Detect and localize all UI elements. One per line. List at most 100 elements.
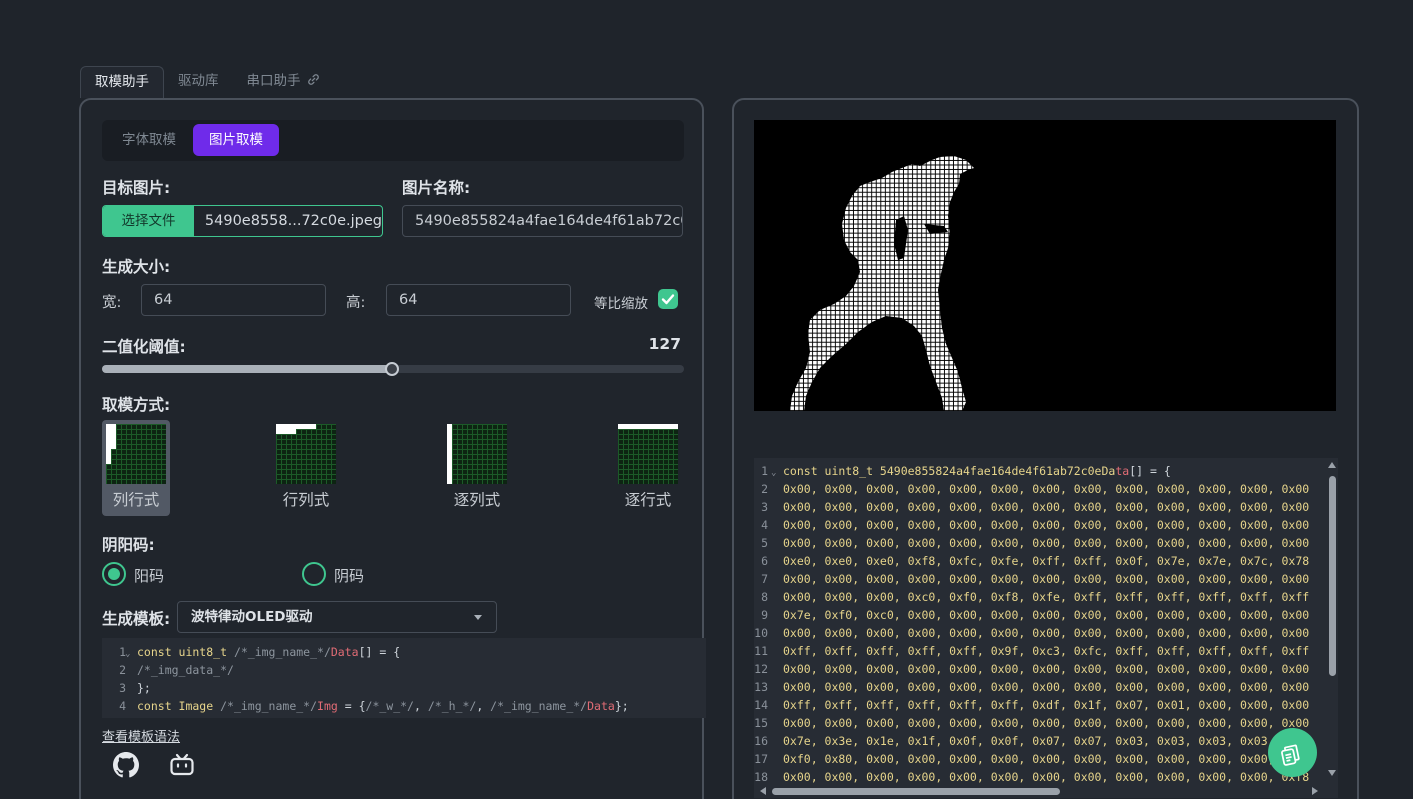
- scroll-up-icon[interactable]: [1328, 462, 1336, 468]
- keep-ratio-checkbox[interactable]: [658, 289, 678, 309]
- bilibili-link[interactable]: [169, 752, 195, 778]
- width-input[interactable]: 64: [141, 284, 326, 316]
- line-number: 6: [761, 554, 768, 568]
- silhouette-preview-image: [790, 156, 974, 411]
- chevron-down-icon: [474, 615, 482, 620]
- template-code-line: 4 const Image /*_img_name_*/Img = {/*_w_*…: [102, 697, 706, 715]
- vertical-scrollbar[interactable]: [1326, 458, 1338, 798]
- line-number: 4: [119, 699, 126, 713]
- scan-mode-label: 取模方式:: [102, 396, 171, 414]
- checkmark-icon: [661, 294, 675, 305]
- keep-ratio-label: 等比缩放: [594, 296, 648, 312]
- line-number: 5: [761, 536, 768, 550]
- line-number: 11: [754, 644, 768, 658]
- output-code-lines: 1 ⌄ const uint8_t 5490e855824a4fae164de4f6…: [754, 462, 1338, 786]
- output-code-line: 7 0x00, 0x00, 0x00, 0x00, 0x00, 0x00, 0x0…: [754, 570, 1338, 588]
- output-code-line: 3 0x00, 0x00, 0x00, 0x00, 0x00, 0x00, 0x0…: [754, 498, 1338, 516]
- line-number: 2: [761, 482, 768, 496]
- by-column-preview-icon: [447, 424, 507, 484]
- row-column-preview-icon: [276, 424, 336, 484]
- by-row-preview-icon: [618, 424, 678, 484]
- height-input[interactable]: 64: [386, 284, 571, 316]
- tab-serial-assistant[interactable]: 串口助手: [233, 66, 334, 98]
- scan-mode-column-row[interactable]: 列行式: [102, 420, 170, 516]
- line-number: 14: [754, 698, 768, 712]
- scan-mode-row-column[interactable]: 行列式: [272, 420, 340, 516]
- line-number: 16: [754, 734, 768, 748]
- choose-file-button[interactable]: 选择文件: [103, 206, 194, 236]
- output-code-line: 10 0x00, 0x00, 0x00, 0x00, 0x00, 0x00, 0x…: [754, 626, 1310, 640]
- size-label: 生成大小:: [102, 258, 171, 276]
- selected-file-name: 5490e8558...72c0e.jpeg: [204, 213, 382, 229]
- scan-mode-label-2: 逐列式: [453, 491, 501, 509]
- line-number: 7: [761, 572, 768, 586]
- threshold-slider-handle[interactable]: [384, 362, 399, 376]
- bilibili-icon: [170, 753, 194, 776]
- settings-panel: 字体取模 图片取模 目标图片: 选择文件 5490e8558...72c0e.j…: [79, 98, 706, 799]
- template-code-line: 1⌄ const uint8_t /*_img_name_*/Data[] = {: [102, 643, 706, 661]
- line-number: 10: [754, 626, 768, 640]
- image-name-label: 图片名称:: [402, 179, 471, 197]
- threshold-label: 二值化阈值:: [102, 338, 186, 356]
- tab-extract-assistant[interactable]: 取模助手: [80, 66, 164, 98]
- radio-positive-label: 阳码: [134, 567, 165, 585]
- output-code-editor[interactable]: 1 ⌄ const uint8_t 5490e855824a4fae164de4f6…: [754, 458, 1338, 798]
- tab-driver-library[interactable]: 驱动库: [164, 66, 233, 98]
- github-icon: [113, 752, 139, 778]
- tab-serial-assistant-label: 串口助手: [246, 73, 301, 89]
- width-label: 宽:: [102, 295, 122, 311]
- image-name-input[interactable]: 5490e855824a4fae164de4f61ab72c0e: [402, 205, 683, 237]
- output-code-line: 1 ⌄ const uint8_t 5490e855824a4fae164de4f6…: [754, 462, 1338, 480]
- line-number: 2: [119, 663, 126, 677]
- template-syntax-link[interactable]: 查看模板语法: [102, 726, 180, 745]
- output-code-line: 16 0x7e, 0x3e, 0x1e, 0x1f, 0x0f, 0x0f, 0x…: [754, 734, 1310, 748]
- template-select[interactable]: 波特律动OLED驱动: [177, 601, 497, 633]
- horizontal-scrollbar[interactable]: [754, 784, 1338, 798]
- line-number: 13: [754, 680, 768, 694]
- template-code-line: 3};: [102, 679, 706, 697]
- output-code-line: 14 0xff, 0xff, 0xff, 0xff, 0xff, 0xff, 0x…: [754, 698, 1310, 712]
- threshold-value: 127: [648, 335, 681, 353]
- scan-mode-by-column[interactable]: 逐列式: [443, 420, 511, 516]
- scroll-right-icon[interactable]: [1312, 787, 1318, 795]
- scroll-down-icon[interactable]: [1328, 770, 1336, 776]
- github-link[interactable]: [113, 752, 139, 778]
- radio-positive[interactable]: [102, 562, 126, 586]
- radio-negative[interactable]: [302, 562, 326, 586]
- line-number: 8: [761, 590, 768, 604]
- line-number: 15: [754, 716, 768, 730]
- scroll-left-icon[interactable]: [760, 787, 766, 795]
- output-code-line: 2 0x00, 0x00, 0x00, 0x00, 0x00, 0x00, 0x0…: [754, 480, 1338, 498]
- output-code-line: 9 0x7e, 0xf0, 0xc0, 0x00, 0x00, 0x00, 0x0…: [754, 606, 1338, 624]
- output-code-line: 15 0x00, 0x00, 0x00, 0x00, 0x00, 0x00, 0x…: [754, 716, 1310, 730]
- line-number: 4: [761, 518, 768, 532]
- line-number: 9: [761, 608, 768, 622]
- scan-mode-label-3: 逐行式: [624, 491, 672, 509]
- line-number: 3: [119, 681, 126, 695]
- bitmap-preview: [754, 120, 1336, 411]
- tab-font-extract[interactable]: 字体取模: [106, 124, 192, 156]
- output-code-line: 13 0x00, 0x00, 0x00, 0x00, 0x00, 0x00, 0x…: [754, 680, 1310, 694]
- scan-mode-label-0: 列行式: [112, 491, 160, 509]
- output-code-line: 11 0xff, 0xff, 0xff, 0xff, 0xff, 0x9f, 0x…: [754, 644, 1310, 658]
- output-code-line: 5 0x00, 0x00, 0x00, 0x00, 0x00, 0x00, 0x0…: [754, 534, 1338, 552]
- target-image-label: 目标图片:: [102, 179, 171, 197]
- file-picker[interactable]: 选择文件 5490e8558...72c0e.jpeg: [102, 205, 383, 237]
- template-editor[interactable]: 1⌄ const uint8_t /*_img_name_*/Data[] = {…: [102, 638, 706, 718]
- horizontal-scroll-thumb[interactable]: [772, 788, 1060, 795]
- output-code-line: 8 0x00, 0x00, 0x00, 0xc0, 0xf0, 0xf8, 0xf…: [754, 588, 1338, 606]
- top-tabs: 取模助手 驱动库 串口助手: [80, 66, 334, 98]
- tab-image-extract[interactable]: 图片取模: [193, 124, 279, 156]
- vertical-scroll-thumb[interactable]: [1329, 476, 1336, 676]
- threshold-slider[interactable]: [102, 362, 684, 376]
- output-code-line: 6 0xe0, 0xe0, 0xe0, 0xf8, 0xfc, 0xfe, 0xf…: [754, 552, 1338, 570]
- output-code-line: 12 0x00, 0x00, 0x00, 0x00, 0x00, 0x00, 0x…: [754, 662, 1310, 676]
- copy-button[interactable]: [1268, 728, 1317, 777]
- height-label: 高:: [346, 295, 366, 311]
- mode-segment: 字体取模 图片取模: [102, 120, 684, 161]
- template-code-line: 2/*_img_data_*/: [102, 661, 706, 679]
- line-number: 3: [761, 500, 768, 514]
- copy-icon: [1281, 744, 1300, 766]
- line-number: 12: [754, 662, 768, 676]
- scan-mode-by-row[interactable]: 逐行式: [614, 420, 682, 516]
